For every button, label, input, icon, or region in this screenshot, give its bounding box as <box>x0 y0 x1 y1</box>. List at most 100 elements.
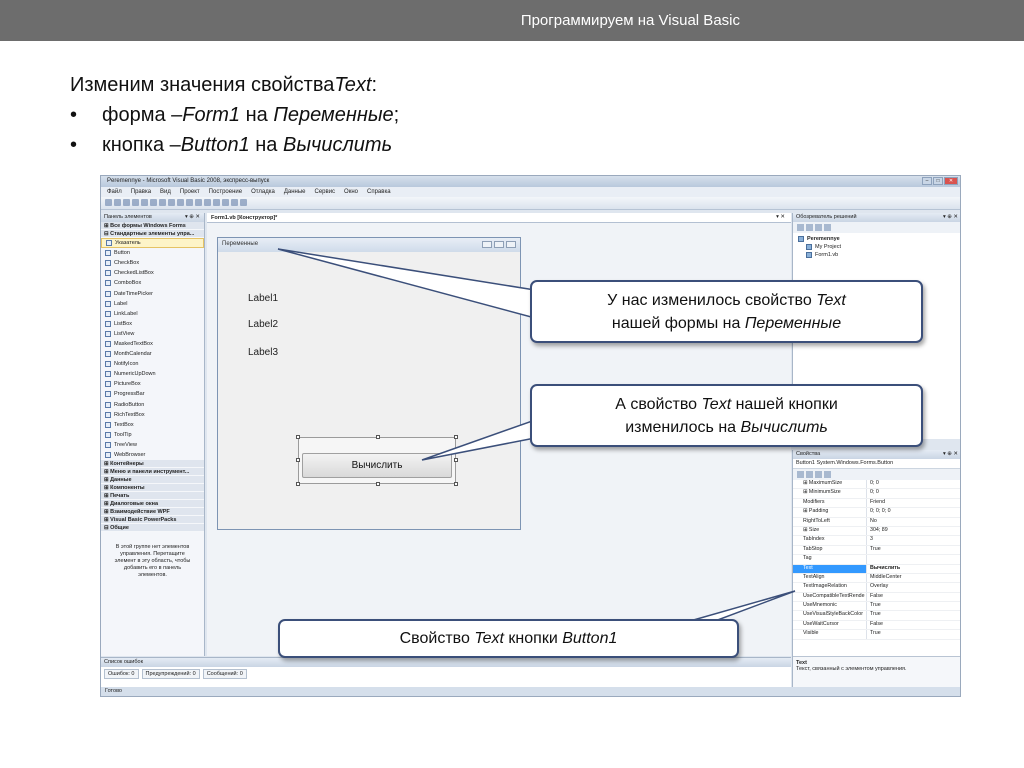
label3[interactable]: Label3 <box>248 347 278 358</box>
toolbox-item[interactable]: CheckedListBox <box>101 268 204 278</box>
toolbox-item[interactable]: ListView <box>101 329 204 339</box>
resize-handle[interactable] <box>376 435 380 439</box>
toolbox-category[interactable]: ⊞ Диалоговые окна <box>101 500 204 509</box>
label1[interactable]: Label1 <box>248 293 278 304</box>
tab-errors[interactable]: Ошибок: 0 <box>104 669 139 679</box>
menu-item[interactable]: Проект <box>180 189 200 195</box>
resize-handle[interactable] <box>296 458 300 462</box>
menu-item[interactable]: Вид <box>160 189 171 195</box>
toolbox-category[interactable]: ⊟ Стандартные элементы упра... <box>101 230 204 238</box>
toolbox-item[interactable]: WebBrowser <box>101 450 204 460</box>
properties-object-selector[interactable]: Button1 System.Windows.Forms.Button <box>793 459 960 469</box>
property-row[interactable]: Visible True <box>793 630 960 640</box>
alphabetical-icon[interactable] <box>806 471 813 478</box>
save-icon[interactable] <box>123 199 130 206</box>
property-value[interactable] <box>867 555 870 563</box>
find-icon[interactable] <box>222 199 229 206</box>
properties-icon[interactable] <box>815 471 822 478</box>
toolbox-category[interactable]: ⊞ Меню и панели инструмент... <box>101 468 204 477</box>
property-value[interactable]: MiddleCenter <box>867 574 902 582</box>
toolbox-icon[interactable] <box>231 199 238 206</box>
toolbox-item[interactable]: LinkLabel <box>101 309 204 319</box>
property-row[interactable]: ⊞ MinimumSize 0; 0 <box>793 489 960 499</box>
close-icon[interactable]: ✕ <box>944 177 958 185</box>
toolbox-item[interactable]: RadioButton <box>101 400 204 410</box>
property-value[interactable]: False <box>867 621 883 629</box>
toolbox-category[interactable]: ⊞ Компоненты <box>101 484 204 493</box>
tree-item-my-project[interactable]: My Project <box>798 243 957 251</box>
toolbox-item[interactable]: Button <box>101 248 204 258</box>
resize-handle[interactable] <box>454 435 458 439</box>
toolbox-category[interactable]: ⊞ Контейнеры <box>101 460 204 469</box>
toolbox-category[interactable]: ⊞ Взаимодействие WPF <box>101 508 204 517</box>
menu-item[interactable]: Окно <box>344 189 358 195</box>
stop-icon[interactable] <box>204 199 211 206</box>
property-value[interactable]: 3 <box>867 536 873 544</box>
label2[interactable]: Label2 <box>248 319 278 330</box>
toolbox-item[interactable]: CheckBox <box>101 258 204 268</box>
property-value[interactable]: True <box>867 630 881 638</box>
menu-item[interactable]: Файл <box>107 189 122 195</box>
open-icon[interactable] <box>114 199 121 206</box>
view-designer-icon[interactable] <box>824 224 831 231</box>
toolbox-item[interactable]: RichTextBox <box>101 410 204 420</box>
toolbox-item[interactable]: MonthCalendar <box>101 349 204 359</box>
property-value[interactable]: Overlay <box>867 583 888 591</box>
menu-item[interactable]: Справка <box>367 189 391 195</box>
property-row[interactable]: ⊞ Padding 0; 0; 0; 0 <box>793 508 960 518</box>
tab-warnings[interactable]: Предупреждений: 0 <box>141 669 200 679</box>
menu-item[interactable]: Построение <box>209 189 242 195</box>
properties-icon[interactable] <box>240 199 247 206</box>
toolbox-category[interactable]: ⊟ Общие <box>101 524 204 533</box>
toolbox-category[interactable]: ⊞ Данные <box>101 476 204 485</box>
property-row[interactable]: Text Вычислить <box>793 564 960 574</box>
tree-item-form1[interactable]: Form1.vb <box>798 251 957 259</box>
properties-icon[interactable] <box>797 224 804 231</box>
menu-item[interactable]: Отладка <box>251 189 275 195</box>
property-row[interactable]: TextImageRelation Overlay <box>793 583 960 593</box>
property-value[interactable]: True <box>867 602 881 610</box>
copy-icon[interactable] <box>150 199 157 206</box>
button1[interactable]: Вычислить <box>302 453 452 478</box>
property-row[interactable]: UseWaitCursor False <box>793 620 960 631</box>
maximize-icon[interactable]: □ <box>933 177 943 185</box>
property-value[interactable]: No <box>867 518 877 526</box>
button1-selection[interactable]: Вычислить <box>296 435 458 486</box>
start-debug-icon[interactable] <box>186 199 193 206</box>
property-row[interactable]: ⊞ Size 304; 89 <box>793 526 960 537</box>
toolbox-item[interactable]: TextBox <box>101 420 204 430</box>
pause-icon[interactable] <box>195 199 202 206</box>
property-row[interactable]: TabStop True <box>793 545 960 556</box>
close-tab-icon[interactable]: ▾ ✕ <box>776 214 785 220</box>
form1-window[interactable]: Переменные Label1 Label2 Label3 Вычислит… <box>217 237 521 530</box>
panel-pin-icon[interactable]: ▾ ⊕ ✕ <box>943 214 958 220</box>
categorized-icon[interactable] <box>797 471 804 478</box>
toolbox-category[interactable]: ⊞ Печать <box>101 492 204 501</box>
events-icon[interactable] <box>824 471 831 478</box>
resize-handle[interactable] <box>296 482 300 486</box>
toolbox-item[interactable]: Указатель <box>101 238 204 249</box>
save-all-icon[interactable] <box>132 199 139 206</box>
toolbox-item[interactable]: ToolTip <box>101 430 204 440</box>
property-value[interactable]: True <box>867 546 881 554</box>
property-row[interactable]: Tag <box>793 555 960 565</box>
property-row[interactable]: RightToLeft No <box>793 517 960 527</box>
property-value[interactable]: Friend <box>867 499 885 507</box>
resize-handle[interactable] <box>454 458 458 462</box>
property-row[interactable]: TabIndex 3 <box>793 536 960 546</box>
tab-messages[interactable]: Сообщений: 0 <box>202 669 247 679</box>
property-row[interactable]: UseMnemonic True <box>793 602 960 612</box>
property-value[interactable]: Вычислить <box>867 565 900 573</box>
minimize-icon[interactable]: – <box>922 177 932 185</box>
toolbox-item[interactable]: DateTimePicker <box>101 288 204 298</box>
property-row[interactable]: ⊞ MaximumSize 0; 0 <box>793 480 960 490</box>
toolbox-item[interactable]: Label <box>101 299 204 309</box>
toolbox-category[interactable]: ⊞ Visual Basic PowerPacks <box>101 516 204 525</box>
resize-handle[interactable] <box>376 482 380 486</box>
view-code-icon[interactable] <box>815 224 822 231</box>
property-row[interactable]: UseCompatibleTextRende False <box>793 592 960 603</box>
property-row[interactable]: TextAlign MiddleCenter <box>793 573 960 584</box>
toolbox-item[interactable]: TreeView <box>101 440 204 450</box>
new-project-icon[interactable] <box>105 199 112 206</box>
tab-form1-designer[interactable]: Form1.vb [Конструктор]* ▾ ✕ <box>207 213 791 223</box>
